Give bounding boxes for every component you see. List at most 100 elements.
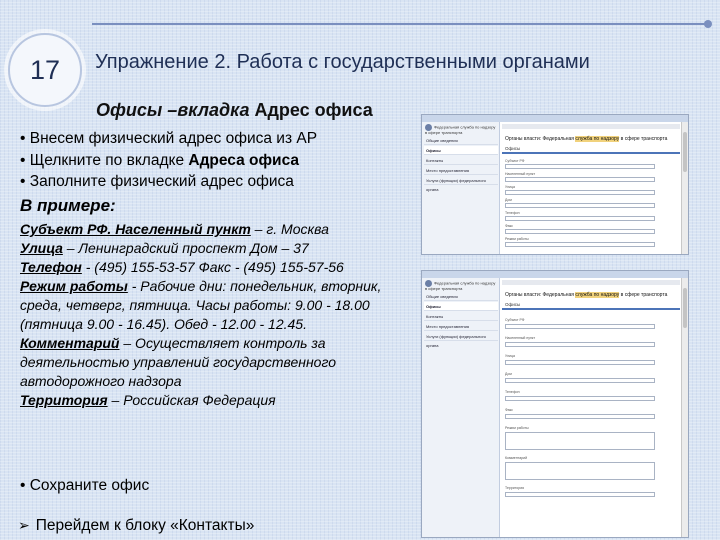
logo: Федеральная служба по надзору в сфере тр… — [425, 280, 497, 291]
phone-input[interactable] — [505, 396, 655, 401]
field-label: Субъект РФ — [505, 318, 525, 322]
title-post: в сфере транспорта — [619, 136, 668, 142]
house-input[interactable] — [505, 378, 655, 383]
page-title: Органы власти: Федеральная служба по над… — [505, 292, 675, 298]
screenshot-office-page: Федеральная служба по надзору в сфере тр… — [421, 114, 689, 255]
hours-label: Режим работы — [20, 278, 128, 294]
header-bar — [502, 280, 680, 285]
hours-input[interactable] — [505, 432, 655, 450]
tabs-underline — [502, 152, 680, 154]
title-highlight: служба по надзору — [575, 292, 620, 298]
territory-input[interactable] — [505, 492, 655, 497]
street-input[interactable] — [505, 190, 655, 195]
sidebar-item-places[interactable]: Место предоставления — [424, 166, 498, 175]
example-heading: В примере: — [20, 196, 116, 215]
top-rule-dot — [704, 20, 712, 28]
browser-bar — [422, 115, 688, 122]
field-label: Режим работы — [505, 426, 529, 430]
subtitle-italic: Офисы –вкладка — [96, 100, 250, 120]
hours-input[interactable] — [505, 242, 655, 247]
scrollbar-thumb[interactable] — [683, 132, 687, 172]
next-step: ➢ Перейдем к блоку «Контакты» — [18, 517, 254, 535]
hours-line: Режим работы - Рабочие дни: понедельник,… — [20, 277, 415, 334]
city-input[interactable] — [505, 177, 655, 182]
field-label: Населенный пункт — [505, 336, 536, 340]
save-bullet: • Сохраните офис — [20, 477, 150, 494]
slide-number: 17 — [29, 54, 61, 85]
subject-input[interactable] — [505, 324, 655, 329]
page-title: Органы власти: Федеральная служба по над… — [505, 136, 675, 142]
phone-value: - (495) 155-53-57 Факс - (495) 155-57-56 — [81, 259, 344, 275]
subject-label: Субъект РФ. Населенный пункт — [20, 221, 251, 237]
sidebar-item-general[interactable]: Общие сведения — [424, 136, 498, 145]
field-label: Телефон — [505, 390, 520, 394]
field-label: Населенный пункт — [505, 172, 536, 176]
slide-title: Упражнение 2. Работа с государственными … — [95, 51, 590, 73]
scrollbar-thumb[interactable] — [683, 288, 687, 328]
tab-offices[interactable]: Офисы — [505, 146, 520, 151]
field-label: Комментарий — [505, 456, 528, 460]
subject-line: Субъект РФ. Населенный пункт – г. Москва — [20, 220, 415, 239]
next-step-label: Перейдем к блоку «Контакты» — [35, 517, 255, 534]
street-input[interactable] — [505, 360, 655, 365]
comment-label: Комментарий — [20, 335, 120, 351]
sidebar-item-services[interactable]: Услуги (функции) федерального органа — [424, 176, 498, 192]
field-label: Факс — [505, 224, 513, 228]
tabs-underline — [502, 308, 680, 310]
street-label: Улица — [20, 240, 63, 256]
phone-input[interactable] — [505, 216, 655, 221]
subject-input[interactable] — [505, 164, 655, 169]
city-input[interactable] — [505, 342, 655, 347]
bullet-3: • Заполните физический адрес офиса — [20, 173, 294, 190]
tab-offices[interactable]: Офисы — [505, 302, 520, 307]
house-input[interactable] — [505, 203, 655, 208]
title-highlight: служба по надзору — [575, 136, 620, 142]
title-pre: Органы власти: Федеральная — [505, 292, 576, 298]
field-label: Территория — [505, 486, 525, 490]
sidebar-item-contacts[interactable]: Контакты — [424, 312, 498, 321]
territory-value: – Российская Федерация — [107, 392, 276, 408]
logo: Федеральная служба по надзору в сфере тр… — [425, 124, 497, 135]
sidebar-item-offices[interactable]: Офисы — [424, 302, 498, 311]
field-label: Дом — [505, 372, 512, 376]
slide-number-badge: 17 — [8, 33, 82, 107]
fax-input[interactable] — [505, 229, 655, 234]
field-label: Улица — [505, 354, 515, 358]
territory-line: Территория – Российская Федерация — [20, 391, 415, 410]
subject-value: – г. Москва — [250, 221, 329, 237]
bullet-2: • Щелкните по вкладке Адреса офиса — [20, 150, 410, 172]
sidebar-item-offices[interactable]: Офисы — [424, 146, 498, 155]
sidebar: Федеральная служба по надзору в сфере тр… — [422, 278, 500, 537]
territory-label: Территория — [20, 392, 108, 408]
street-line: Улица – Ленинградский проспект Дом – 37 — [20, 239, 415, 258]
fax-input[interactable] — [505, 414, 655, 419]
field-label: Улица — [505, 185, 515, 189]
sidebar-item-general[interactable]: Общие сведения — [424, 292, 498, 301]
field-label: Режим работы — [505, 237, 529, 241]
arrow-icon: ➢ — [18, 517, 30, 533]
scrollbar[interactable] — [681, 122, 688, 254]
example-details: Субъект РФ. Населенный пункт – г. Москва… — [20, 220, 415, 410]
main-panel: Органы власти: Федеральная служба по над… — [502, 278, 680, 537]
main-panel: Органы власти: Федеральная служба по над… — [502, 122, 680, 254]
phone-line: Телефон - (495) 155-53-57 Факс - (495) 1… — [20, 258, 415, 277]
instruction-list: • Внесем физический адрес офиса из АР • … — [20, 128, 410, 193]
sidebar-item-services[interactable]: Услуги (функции) федерального органа — [424, 332, 498, 348]
title-post: в сфере транспорта — [619, 292, 668, 298]
logo-text: Федеральная служба по надзору в сфере тр… — [425, 124, 496, 135]
field-label: Субъект РФ — [505, 159, 525, 163]
phone-label: Телефон — [20, 259, 82, 275]
sidebar: Федеральная служба по надзору в сфере тр… — [422, 122, 500, 254]
header-bar — [502, 124, 680, 129]
subtitle-plain: Адрес офиса — [249, 100, 373, 120]
comment-line: Комментарий – Осуществляет контроль за д… — [20, 334, 415, 391]
logo-text: Федеральная служба по надзору в сфере тр… — [425, 280, 496, 291]
field-label: Факс — [505, 408, 513, 412]
field-label: Дом — [505, 198, 512, 202]
field-label: Телефон — [505, 211, 520, 215]
sidebar-item-contacts[interactable]: Контакты — [424, 156, 498, 165]
comment-input[interactable] — [505, 462, 655, 480]
scrollbar[interactable] — [681, 278, 688, 537]
street-value: – Ленинградский проспект Дом – 37 — [62, 240, 309, 256]
sidebar-item-places[interactable]: Место предоставления — [424, 322, 498, 331]
